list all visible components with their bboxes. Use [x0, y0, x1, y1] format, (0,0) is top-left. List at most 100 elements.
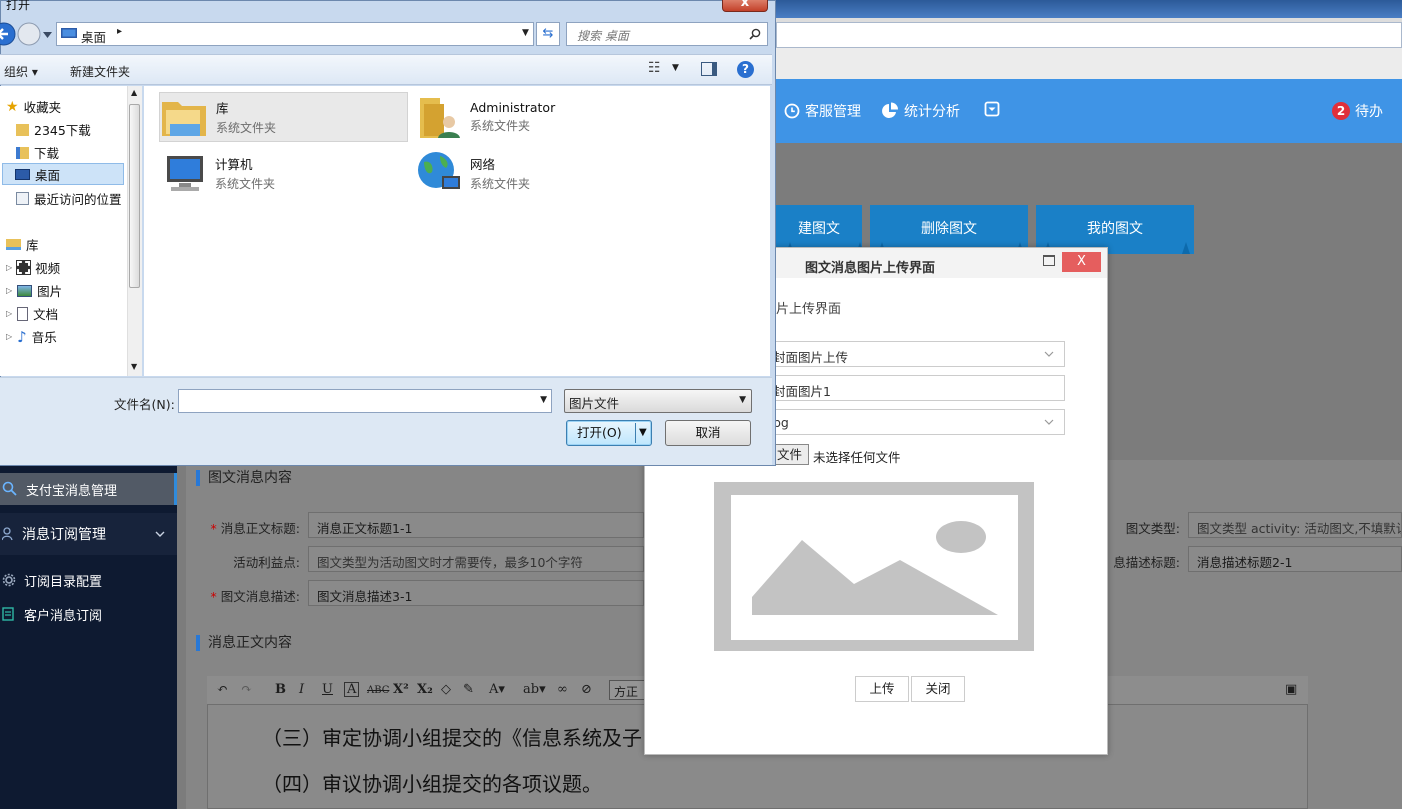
section-title-content: 图文消息内容	[196, 470, 292, 486]
font-color-icon[interactable]: A▾	[489, 682, 505, 697]
superscript-icon[interactable]: X²	[393, 682, 409, 697]
file-item-network[interactable]: 网络 系统文件夹	[414, 148, 664, 198]
chevron-down-icon[interactable]: ▼	[639, 421, 647, 445]
body-title-input[interactable]: 消息正文标题1-1	[308, 512, 644, 538]
font-family-select[interactable]: 方正	[609, 680, 649, 700]
highlight-icon[interactable]: ab▾	[523, 682, 546, 697]
sidebar-item-label: 订阅目录配置	[24, 574, 103, 590]
sidebar-item-alipay[interactable]: 支付宝消息管理	[0, 473, 177, 505]
nav-favorites[interactable]: ★ 收藏夹	[6, 97, 61, 116]
nav-pictures[interactable]: ▷ 图片	[6, 281, 62, 300]
strikethrough-icon[interactable]: ABC	[367, 685, 389, 696]
image-placeholder-icon	[714, 482, 1034, 651]
subscript-icon[interactable]: X₂	[417, 682, 433, 697]
nav-recent[interactable]: 最近访问的位置	[16, 189, 122, 208]
desktop-icon	[15, 168, 30, 180]
fullscreen-icon[interactable]: ▣	[1285, 682, 1297, 697]
open-button-label: 打开(O)	[577, 425, 622, 440]
bold-icon[interactable]: B	[275, 682, 286, 697]
search-icon	[2, 481, 17, 496]
crumb-arrow-icon[interactable]: ▸	[117, 26, 122, 37]
nav-desktop[interactable]: 桌面	[2, 163, 124, 185]
chevron-down-icon[interactable]: ▼	[540, 395, 547, 405]
nav-videos[interactable]: ▷ 视频	[6, 258, 60, 277]
filetype-value: 图片文件	[569, 396, 620, 411]
nav-stats-analysis[interactable]: 统计分析	[881, 101, 960, 121]
font-border-icon[interactable]: A	[344, 682, 360, 697]
type-input[interactable]: 图文类型 activity: 活动图文,不填默认普	[1188, 512, 1402, 538]
chevron-down-icon[interactable]: ▼	[522, 28, 529, 38]
file-name: 计算机	[215, 157, 253, 172]
dialog-close-button[interactable]: x	[722, 0, 768, 12]
forward-arrow-icon[interactable]	[17, 22, 41, 46]
format-select[interactable]: pg	[760, 409, 1065, 435]
nav-stats-label: 统计分析	[904, 104, 960, 120]
documents-icon	[17, 306, 29, 321]
nav-service-management[interactable]: 客服管理	[784, 101, 861, 121]
image-name-input[interactable]: 封面图片1	[760, 375, 1065, 401]
chevron-down-icon[interactable]: ▼	[672, 63, 679, 73]
undo-icon[interactable]: ↶	[217, 682, 228, 697]
back-arrow-icon[interactable]	[0, 22, 16, 46]
nav-documents[interactable]: ▷ 文档	[6, 304, 58, 323]
nav-dropdown[interactable]	[984, 101, 1000, 117]
libraries-icon	[6, 239, 21, 250]
nav-todo[interactable]: 2 待办	[1332, 101, 1383, 121]
editor-text-line: （四）审议协调小组提交的各项议题。	[262, 772, 602, 796]
format-painter-icon[interactable]: ✎	[463, 682, 474, 697]
upload-type-select[interactable]: 封面图片上传	[760, 341, 1065, 367]
nav-scrollbar[interactable]: ▲ ▼	[127, 86, 142, 376]
view-options-icon[interactable]: ☷	[648, 60, 661, 76]
pie-chart-icon	[882, 102, 898, 118]
open-button[interactable]: 打开(O) ▼	[566, 420, 652, 446]
dialog-search-input[interactable]: 搜索 桌面	[566, 22, 768, 46]
split-divider	[635, 423, 636, 443]
msg-desc-title-input[interactable]: 消息描述标题2-1	[1188, 546, 1402, 572]
nav-2345-downloads[interactable]: 2345下载	[16, 120, 91, 139]
todo-label: 待办	[1355, 104, 1383, 120]
preview-pane-icon[interactable]	[701, 62, 717, 76]
history-dropdown-icon[interactable]	[43, 32, 52, 38]
scroll-thumb[interactable]	[129, 104, 140, 288]
modal-subtitle: 片上传界面	[776, 302, 842, 317]
nav-libraries[interactable]: 库	[6, 235, 39, 254]
dialog-address-bar[interactable]: 桌面 ▸ ▼	[56, 22, 534, 46]
file-item-computer[interactable]: 计算机 系统文件夹	[159, 148, 409, 198]
nav-downloads[interactable]: 下载	[16, 143, 59, 162]
cancel-button[interactable]: 取消	[665, 420, 751, 446]
dialog-file-list: 库系统文件夹 Administrator 系统文件夹 计算机 系统文件夹 网络 系统文…	[144, 86, 770, 376]
user-icon	[2, 527, 13, 541]
filename-input[interactable]: ▼	[178, 389, 552, 413]
browser-address-bar[interactable]	[776, 22, 1402, 48]
unlink-icon[interactable]: ⊘	[581, 682, 592, 697]
file-item-libraries[interactable]: 库系统文件夹	[159, 92, 408, 142]
file-name: Administrator	[470, 100, 556, 115]
file-item-administrator[interactable]: Administrator 系统文件夹	[414, 92, 664, 142]
help-icon[interactable]: ?	[737, 61, 754, 78]
description-input[interactable]: 图文消息描述3-1	[308, 580, 644, 606]
new-folder-button[interactable]: 新建文件夹	[70, 63, 130, 80]
underline-icon[interactable]: U	[322, 682, 333, 697]
address-crumb[interactable]: 桌面	[81, 27, 106, 46]
eraser-icon[interactable]: ◇	[441, 682, 451, 697]
form-label-msg-desc-title: 息描述标题:	[1113, 555, 1180, 570]
maximize-icon[interactable]	[1043, 255, 1055, 266]
sidebar-item-subscription[interactable]: 消息订阅管理	[0, 513, 177, 555]
redo-icon[interactable]: ↷	[241, 682, 252, 697]
sidebar-item-customer[interactable]: 客户消息订阅	[0, 601, 177, 627]
link-icon[interactable]: ∞	[557, 682, 568, 697]
refresh-icon[interactable]: ⇆	[536, 22, 560, 46]
sidebar-item-catalog[interactable]: 订阅目录配置	[0, 567, 177, 593]
subscription-list-icon	[2, 607, 14, 621]
benefit-input[interactable]: 图文类型为活动图文时才需要传，最多10个字符	[308, 546, 644, 572]
scroll-up-icon[interactable]: ▲	[131, 88, 137, 97]
italic-icon[interactable]: I	[299, 682, 304, 697]
filetype-select[interactable]: 图片文件 ▼	[564, 389, 752, 413]
organize-menu[interactable]: 组织 ▾	[4, 63, 38, 80]
nav-music[interactable]: ▷ ♪ 音乐	[6, 327, 57, 346]
close-button[interactable]: 关闭	[911, 676, 965, 702]
dialog-command-bar: 组织 ▾ 新建文件夹 ☷ ▼ ?	[0, 54, 772, 85]
scroll-down-icon[interactable]: ▼	[131, 362, 137, 371]
modal-close-button[interactable]: X	[1062, 252, 1101, 272]
upload-button[interactable]: 上传	[855, 676, 909, 702]
